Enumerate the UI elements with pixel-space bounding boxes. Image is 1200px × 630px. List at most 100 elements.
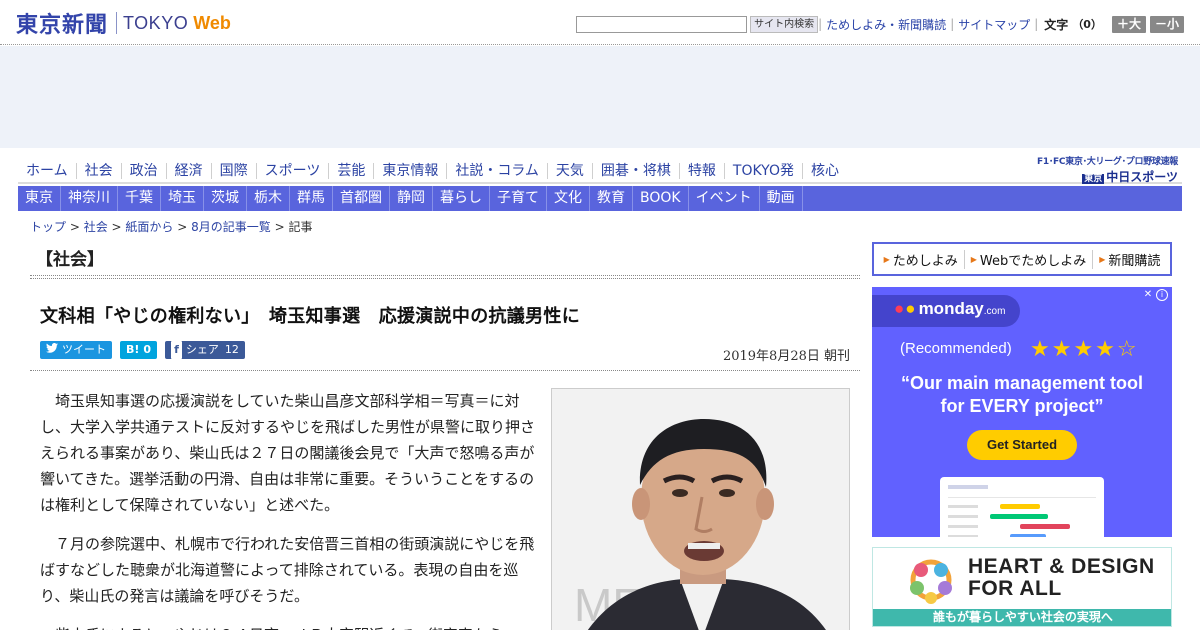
breadcrumb-link[interactable]: トップ [30, 220, 66, 234]
site-search-input[interactable] [576, 15, 748, 33]
section-divider [30, 275, 860, 279]
ad-headline-line: for EVERY project” [940, 396, 1104, 416]
font-smaller-button[interactable]: －小 [1149, 15, 1184, 33]
ad-get-started-button[interactable]: Get Started [967, 430, 1077, 460]
breadcrumb-link[interactable]: 紙面から [125, 220, 173, 234]
article-headline: 文科相「やじの権利ない」 埼玉知事選 応援演説中の抗議男性に [40, 306, 580, 327]
tweet-label: ツイート [62, 343, 106, 356]
main-nav-list: ホーム 社会 政治 経済 国際 スポーツ 芸能 東京情報 社説・コラム 天気 囲碁・将棋 特報 TOKY… [18, 160, 1182, 181]
regional-nav-item[interactable]: イベント [689, 186, 760, 211]
regional-nav-item[interactable]: 暮らし [433, 186, 490, 211]
font-size-label: 文字 [1044, 17, 1069, 32]
regional-nav-item[interactable]: 栃木 [247, 186, 290, 211]
main-nav-item[interactable]: スポーツ [257, 162, 330, 179]
subscription-links: ▶ ためしよみ ▶ Webでためしよみ ▶ 新聞購読 [872, 242, 1172, 276]
regional-nav-item[interactable]: 子育て [490, 186, 547, 211]
regional-nav-item[interactable]: 動画 [760, 186, 803, 211]
heart-design-ad[interactable]: HEART & DESIGN FOR ALL 誰もが暮らしやすい社会の実現へ [872, 547, 1172, 627]
ad-product-screenshot [940, 477, 1104, 537]
main-nav-item[interactable]: 天気 [548, 162, 593, 179]
breadcrumb: トップ > 社会 > 紙面から > 8月の記事一覧 > 記事 [30, 218, 312, 235]
hatena-bookmark-button[interactable]: B! 0 [120, 341, 158, 359]
regional-nav-item[interactable]: BOOK [633, 186, 689, 211]
twitter-bird-icon [46, 341, 58, 359]
logo-web: Web [193, 12, 231, 33]
facebook-share-button[interactable]: f シェア 12 [165, 341, 245, 359]
regional-nav: 東京 神奈川 千葉 埼玉 茨城 栃木 群馬 首都圏 静岡 暮らし 子育て 文化 教育 BOOK イベント 動画 [18, 186, 1182, 211]
section-title: 【社会】 [36, 250, 104, 270]
breadcrumb-separator: > [66, 220, 84, 234]
main-nav-item[interactable]: 社説・コラム [447, 162, 548, 179]
article-paragraph: 埼玉県知事選の応援演説をしていた柴山昌彦文部科学相＝写真＝に対し、大学入学共通テ… [40, 392, 536, 514]
regional-nav-item[interactable]: 茨城 [204, 186, 247, 211]
regional-nav-item[interactable]: 埼玉 [161, 186, 204, 211]
main-nav-item[interactable]: 特報 [680, 162, 725, 179]
trial-subscribe-link[interactable]: ためしよみ・新聞購読 [826, 16, 946, 33]
main-nav-item[interactable]: 経済 [167, 162, 212, 179]
ad-brand-mark-icon: ● [894, 299, 905, 318]
logo-divider [116, 12, 118, 34]
header-toolbar: サイト内検索 | ためしよみ・新聞購読 | サイトマップ | 文字 （0） ＋大… [576, 14, 1184, 34]
regional-nav-item[interactable]: 教育 [590, 186, 633, 211]
font-larger-button[interactable]: ＋大 [1111, 15, 1146, 33]
ad-brand-mark-icon: ● [905, 299, 916, 318]
regional-nav-item[interactable]: 文化 [547, 186, 590, 211]
subscribe-link[interactable]: ▶ 新聞購読 [1093, 250, 1166, 269]
trial-link[interactable]: ▶ ためしよみ [878, 249, 965, 269]
top-ad-banner[interactable] [0, 46, 1200, 148]
chunichi-name: 中日スポーツ [1106, 170, 1178, 184]
main-nav-item[interactable]: TOKYO発 [725, 162, 803, 179]
breadcrumb-link[interactable]: 8月の記事一覧 [191, 220, 271, 234]
headline-divider [30, 370, 860, 371]
article-body: 埼玉県知事選の応援演説をしていた柴山昌彦文部科学相＝写真＝に対し、大学入学共通テ… [40, 388, 536, 630]
monday-ad[interactable]: ●● monday.com ✕ i (Recommended) ★★★★☆ “Ou… [872, 287, 1172, 537]
ad-close-icon[interactable]: ✕ [1142, 289, 1154, 301]
main-nav-item[interactable]: ホーム [18, 162, 77, 179]
ad-recommended: (Recommended) [900, 340, 1012, 357]
web-trial-link-label: Webでためしよみ [979, 253, 1087, 269]
logo-japanese: 東京新聞 [16, 12, 109, 38]
breadcrumb-link[interactable]: 社会 [84, 220, 108, 234]
triangle-right-icon: ▶ [970, 254, 977, 264]
hatena-count: 0 [143, 343, 152, 356]
heart-design-tagline: 誰もが暮らしやすい社会の実現へ [873, 609, 1171, 626]
heart-design-title-line: FOR ALL [968, 577, 1062, 600]
ad-headline: “Our main management tool for EVERY proj… [872, 372, 1172, 418]
hatena-bookmark-icon: B! [126, 343, 140, 356]
triangle-right-icon: ▶ [883, 254, 890, 264]
regional-nav-item[interactable]: 東京 [18, 186, 61, 211]
main-nav-item[interactable]: 社会 [77, 162, 122, 179]
chunichi-logo: 東京 中日スポーツ [1037, 168, 1178, 185]
ad-rating-stars: ★★★★☆ [1030, 337, 1139, 362]
main-nav-item[interactable]: 核心 [803, 163, 847, 179]
site-search-button[interactable]: サイト内検索 [750, 15, 819, 33]
main-nav-item[interactable]: 政治 [122, 162, 167, 179]
toolbar-divider: | [950, 17, 955, 31]
site-logo[interactable]: 東京新聞 TOKYO Web [16, 8, 231, 38]
ad-headline-line: “Our main management tool [900, 373, 1144, 393]
facebook-share-count: 12 [224, 343, 239, 356]
tweet-button[interactable]: ツイート [40, 341, 112, 359]
regional-nav-item[interactable]: 千葉 [118, 186, 161, 211]
chunichi-sports-banner[interactable]: F1･FC東京･大リーグ･プロ野球速報 東京 中日スポーツ [1037, 154, 1178, 185]
main-nav-item[interactable]: 囲碁・将棋 [593, 162, 680, 179]
regional-nav-item[interactable]: 静岡 [390, 186, 433, 211]
regional-nav-item[interactable]: 神奈川 [61, 186, 118, 211]
portrait-photo: ME [552, 389, 849, 630]
breadcrumb-separator: > [173, 220, 192, 234]
breadcrumb-current: 記事 [288, 220, 313, 234]
main-nav-item[interactable]: 東京情報 [374, 162, 448, 179]
ad-info-icon[interactable]: i [1156, 289, 1168, 301]
regional-nav-item[interactable]: 群馬 [290, 186, 333, 211]
site-header: 東京新聞 TOKYO Web サイト内検索 | ためしよみ・新聞購読 | サイト… [0, 0, 1200, 45]
publish-date: 2019年8月28日 朝刊 [722, 349, 850, 364]
web-trial-link[interactable]: ▶ Webでためしよみ [965, 249, 1094, 269]
main-nav-item[interactable]: 芸能 [329, 162, 375, 179]
regional-nav-item[interactable]: 首都圏 [333, 186, 390, 211]
heart-design-title-line: HEART & DESIGN [968, 555, 1155, 578]
sitemap-link[interactable]: サイトマップ [958, 16, 1030, 33]
facebook-icon: f [171, 341, 182, 359]
article-photo[interactable]: ME [551, 388, 850, 630]
breadcrumb-separator: > [107, 220, 126, 234]
main-nav-item[interactable]: 国際 [212, 162, 257, 179]
